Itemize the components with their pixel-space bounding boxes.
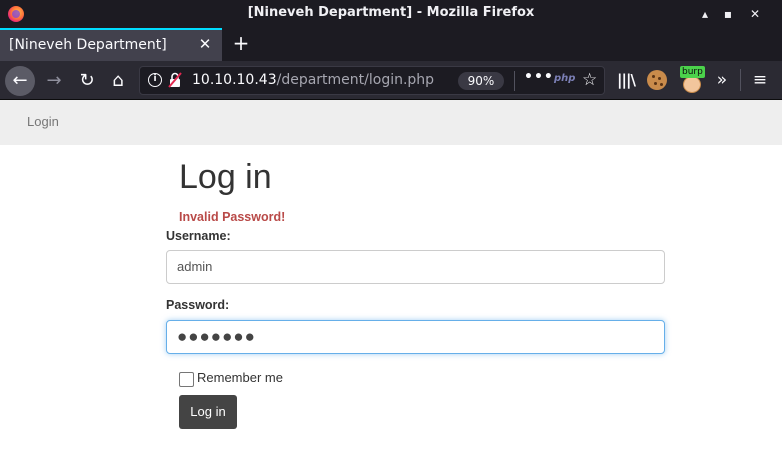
navigation-toolbar: ← → ↻ ⌂ i 10.10.10.43/department/login.p… bbox=[0, 61, 782, 100]
insecure-lock-icon[interactable] bbox=[168, 72, 182, 88]
library-icon[interactable]: |||\ bbox=[614, 69, 638, 91]
password-input[interactable]: ●●●●●●● bbox=[166, 320, 665, 354]
burp-badge: burp bbox=[680, 66, 705, 78]
error-message: Invalid Password! bbox=[179, 210, 286, 224]
cookie-editor-icon[interactable] bbox=[647, 70, 667, 90]
login-button[interactable]: Log in bbox=[179, 395, 237, 429]
page-title: Log in bbox=[179, 158, 272, 196]
new-tab-button[interactable]: + bbox=[230, 32, 252, 54]
back-button[interactable]: ← bbox=[5, 66, 35, 96]
nav-login-link[interactable]: Login bbox=[27, 114, 59, 129]
site-info-icon[interactable]: i bbox=[148, 73, 162, 87]
tab-label: [Nineveh Department] bbox=[9, 37, 167, 53]
hamburger-menu-icon[interactable]: ≡ bbox=[750, 69, 770, 91]
window-titlebar: [Nineveh Department] - Mozilla Firefox ▴… bbox=[0, 0, 782, 28]
window-title: [Nineveh Department] - Mozilla Firefox bbox=[247, 5, 535, 20]
page-actions-icon[interactable]: ••• bbox=[524, 69, 554, 85]
remember-me-checkbox[interactable] bbox=[179, 372, 194, 387]
maximize-icon[interactable]: ▪ bbox=[718, 4, 738, 24]
password-label: Password: bbox=[166, 298, 230, 312]
username-input[interactable]: admin bbox=[166, 250, 665, 284]
burp-face-icon bbox=[683, 76, 701, 93]
burp-proxy-icon[interactable]: burp bbox=[680, 66, 706, 94]
zoom-indicator[interactable]: 90% bbox=[458, 72, 504, 90]
url-text[interactable]: 10.10.10.43/department/login.php bbox=[192, 72, 434, 88]
tab-strip: [Nineveh Department] ✕ + bbox=[0, 28, 782, 61]
remember-me-label[interactable]: Remember me bbox=[197, 370, 283, 385]
bookmark-star-icon[interactable]: ☆ bbox=[582, 70, 597, 90]
php-extension-icon[interactable]: php bbox=[554, 73, 575, 84]
site-navbar: Login bbox=[0, 100, 782, 145]
close-window-icon[interactable]: ✕ bbox=[745, 4, 765, 24]
forward-button[interactable]: → bbox=[39, 66, 69, 96]
reload-button[interactable]: ↻ bbox=[72, 66, 102, 96]
toolbar-separator bbox=[740, 69, 741, 91]
tab-close-icon[interactable]: ✕ bbox=[196, 35, 214, 53]
overflow-menu-icon[interactable]: » bbox=[712, 69, 732, 91]
username-label: Username: bbox=[166, 229, 231, 243]
tab-nineveh-department[interactable]: [Nineveh Department] ✕ bbox=[0, 28, 222, 61]
minimize-icon[interactable]: ▴ bbox=[695, 4, 715, 24]
page-content: Login Log in Invalid Password! Username:… bbox=[0, 100, 782, 452]
url-host: 10.10.10.43 bbox=[192, 72, 277, 88]
urlbar-separator bbox=[514, 71, 515, 91]
url-bar[interactable]: i 10.10.10.43/department/login.php 90% •… bbox=[139, 66, 605, 95]
home-button[interactable]: ⌂ bbox=[103, 66, 133, 96]
url-path: /department/login.php bbox=[276, 72, 435, 88]
